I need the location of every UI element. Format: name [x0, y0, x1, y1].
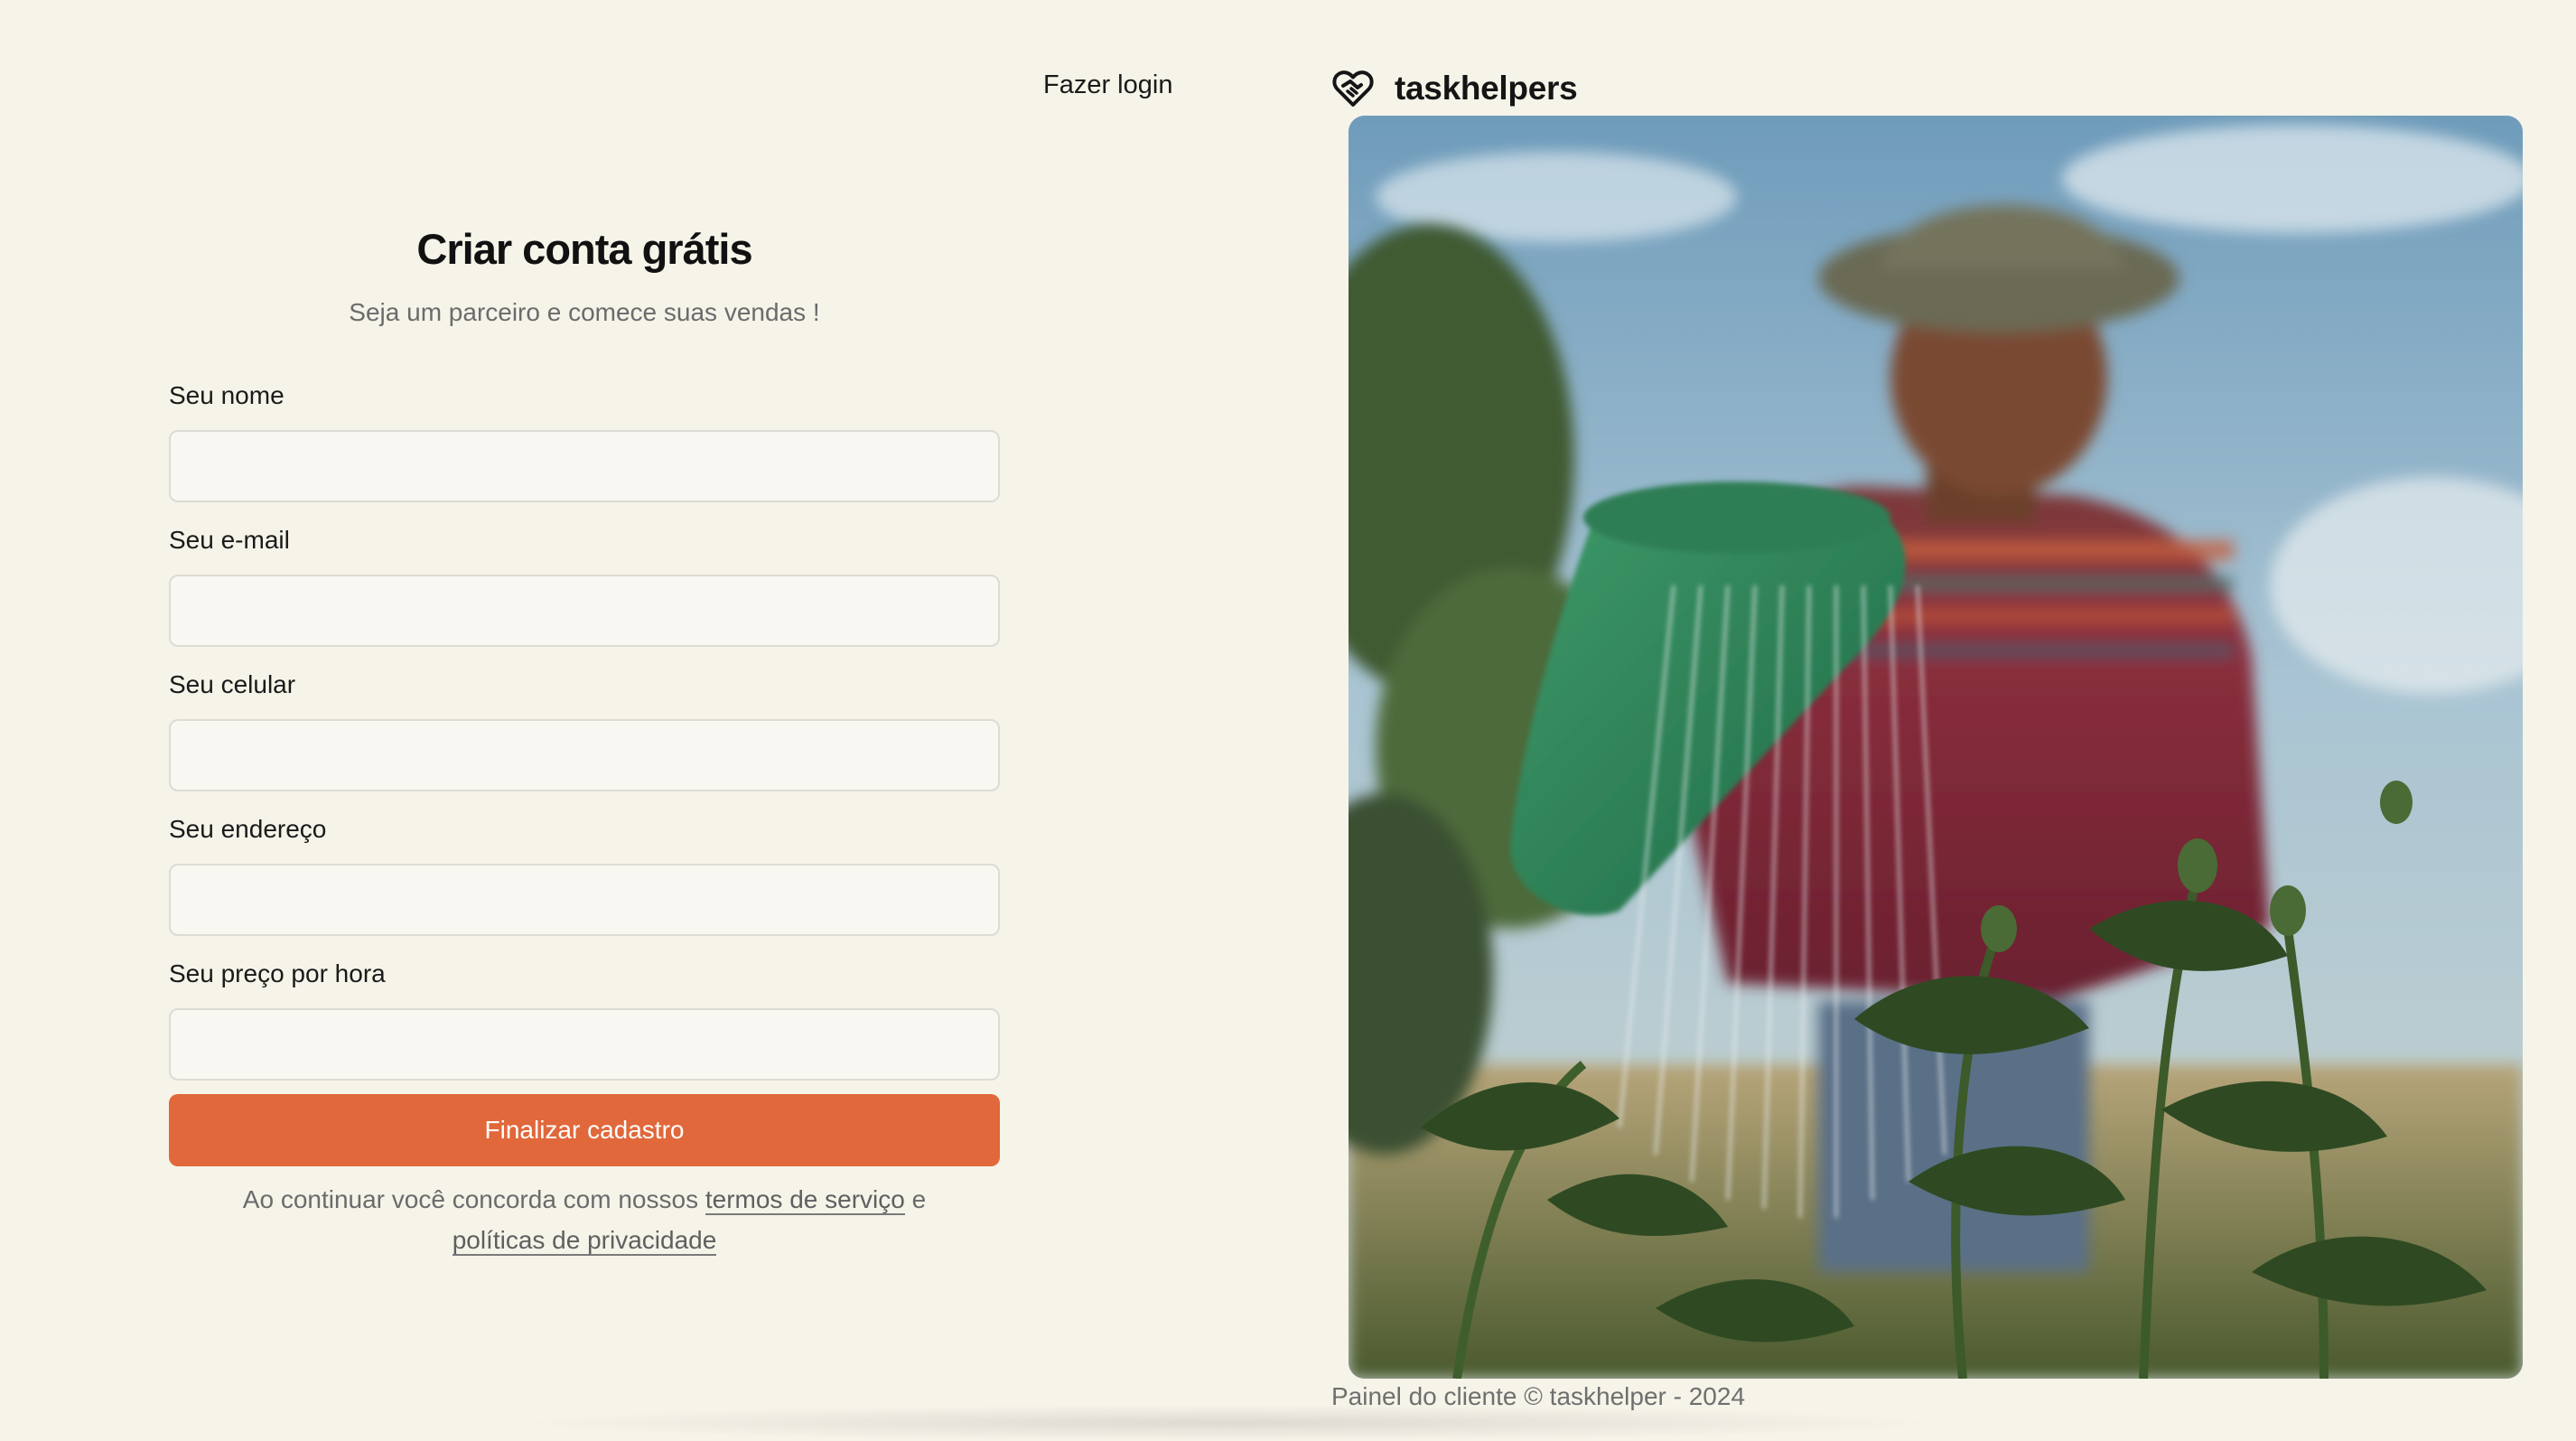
- email-field-label: Seu e-mail: [169, 526, 290, 554]
- login-link[interactable]: Fazer login: [1043, 70, 1172, 100]
- phone-field[interactable]: [169, 719, 1000, 791]
- brand: taskhelpers: [1331, 67, 1578, 110]
- email-field-group: Seu e-mail: [169, 524, 1000, 647]
- hero-image: [1349, 116, 2523, 1379]
- terms-of-service-link[interactable]: termos de serviço: [705, 1185, 905, 1215]
- name-field-group: Seu nome: [169, 379, 1000, 502]
- hourly-price-field-label: Seu preço por hora: [169, 959, 386, 987]
- legal-connector: e: [911, 1185, 927, 1213]
- gardener-watering-plants-illustration: [1349, 116, 2523, 1379]
- address-field[interactable]: [169, 864, 1000, 936]
- legal-prefix: Ao continuar você concorda com nossos: [242, 1185, 699, 1213]
- address-field-label: Seu endereço: [169, 815, 327, 843]
- legal-notice: Ao continuar você concorda com nossos te…: [169, 1179, 1000, 1260]
- phone-field-label: Seu celular: [169, 670, 296, 698]
- page-subtitle: Seja um parceiro e comece suas vendas !: [349, 298, 820, 326]
- name-field-label: Seu nome: [169, 381, 285, 409]
- page-title: Criar conta grátis: [416, 225, 752, 273]
- footer-copyright: Painel do cliente © taskhelper - 2024: [1331, 1382, 1746, 1410]
- brand-name: taskhelpers: [1395, 70, 1578, 107]
- hourly-price-field-group: Seu preço por hora: [169, 958, 1000, 1081]
- heart-handshake-icon: [1332, 70, 1374, 107]
- phone-field-group: Seu celular: [169, 669, 1000, 791]
- privacy-policy-link[interactable]: políticas de privacidade: [452, 1226, 717, 1256]
- submit-button[interactable]: Finalizar cadastro: [169, 1094, 1000, 1166]
- name-field[interactable]: [169, 430, 1000, 502]
- hourly-price-field[interactable]: [169, 1008, 1000, 1081]
- address-field-group: Seu endereço: [169, 813, 1000, 936]
- signup-form: Criar conta grátis Seja um parceiro e co…: [169, 217, 1000, 1265]
- email-field[interactable]: [169, 575, 1000, 647]
